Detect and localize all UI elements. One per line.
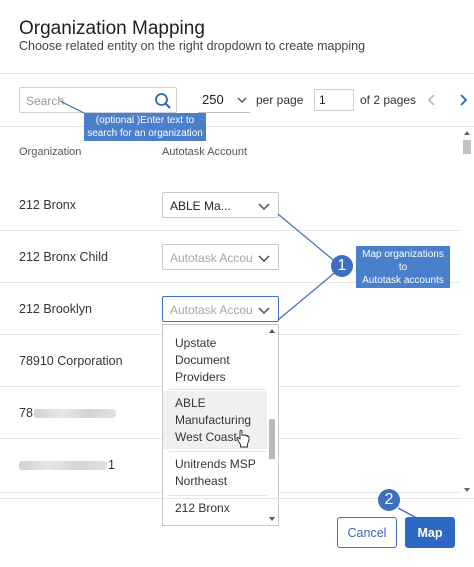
chevron-down-icon [237, 97, 247, 103]
option-line: Unitrends MSP [175, 457, 256, 471]
step-badge-1: 1 [331, 255, 353, 277]
autotask-account-select[interactable]: ABLE Ma... [162, 192, 279, 218]
dropdown-option[interactable]: Unitrends MSP Northeast [163, 456, 267, 490]
chevron-down-icon [258, 255, 270, 262]
account-placeholder: Autotask Account [170, 303, 252, 317]
option-line: Providers [175, 370, 226, 384]
callout-text: search for an organization [87, 128, 203, 139]
callout-text: to [398, 262, 408, 273]
chevron-down-icon [258, 307, 270, 314]
organization-name: 212 Bronx [19, 198, 76, 212]
option-divider [169, 389, 267, 390]
per-page-label: per page [256, 93, 304, 107]
search-field[interactable] [19, 87, 177, 113]
organization-name: 1 [108, 458, 115, 472]
option-line: Document [175, 353, 230, 367]
option-line: ABLE [175, 396, 206, 410]
chevron-down-icon [258, 203, 270, 210]
scroll-down-icon[interactable] [463, 486, 471, 494]
option-divider [169, 495, 267, 496]
dialog-subtitle: Choose related entity on the right dropd… [19, 39, 366, 53]
selected-account: ABLE Ma... [170, 199, 231, 213]
cancel-button[interactable]: Cancel [337, 517, 397, 548]
redacted-text [19, 461, 107, 470]
organization-mapping-dialog: Organization Mapping Choose related enti… [0, 0, 474, 567]
organization-name: 212 Brooklyn [19, 302, 92, 316]
autotask-account-select[interactable]: Autotask Account [162, 244, 279, 270]
footer-divider [0, 498, 474, 499]
organization-name: 78910 Corporation [19, 354, 123, 368]
map-button[interactable]: Map [405, 517, 455, 548]
autotask-account-select-open[interactable]: Autotask Account [162, 296, 279, 322]
cursor-hand-icon [236, 430, 250, 448]
scroll-down-icon[interactable] [268, 515, 276, 523]
option-line: West Coast [175, 430, 237, 444]
option-line: Northeast [175, 474, 228, 488]
scroll-up-icon[interactable] [463, 129, 471, 137]
dropdown-scroll-thumb[interactable] [269, 419, 275, 459]
scroll-up-icon[interactable] [268, 327, 276, 335]
dropdown-option-hovered[interactable]: ABLE Manufacturing West Coast [163, 391, 267, 449]
account-options-list[interactable]: Upstate Document Providers ABLE Manufact… [162, 324, 279, 526]
option-line: Manufacturing [175, 413, 252, 427]
grid-scrollbar[interactable] [461, 128, 473, 496]
step-badge-2: 2 [378, 489, 400, 511]
option-divider [169, 451, 267, 452]
page-size-select[interactable]: 250 [198, 88, 250, 112]
column-header-organization: Organization [19, 146, 82, 158]
page-number-input[interactable] [315, 90, 353, 110]
search-icon[interactable] [154, 92, 172, 110]
grid-top-divider [0, 126, 474, 127]
header-divider [0, 73, 474, 74]
column-header-autotask-account: Autotask Account [162, 146, 247, 158]
callout-text: Autotask accounts [362, 275, 444, 286]
page-number-field[interactable] [314, 89, 354, 111]
dialog-title: Organization Mapping [19, 18, 205, 39]
page-size-value: 250 [202, 92, 224, 107]
callout-text: Map organizations [362, 249, 444, 260]
chevron-right-icon[interactable] [455, 91, 471, 109]
organization-name: 212 Bronx Child [19, 250, 108, 264]
organization-name: 78 [19, 406, 33, 420]
option-line: 212 Bronx [175, 501, 230, 515]
chevron-left-icon[interactable] [424, 91, 440, 109]
page-count-label: of 2 pages [360, 93, 417, 107]
search-input[interactable] [26, 92, 146, 109]
dropdown-option[interactable]: 212 Bronx [163, 500, 267, 517]
option-line: Upstate [175, 336, 217, 350]
map-callout: Map organizations to Autotask accounts [356, 246, 450, 288]
search-callout: (optional )Enter text to search for an o… [84, 113, 206, 141]
dropdown-option[interactable]: Upstate Document Providers [163, 335, 267, 386]
grid-scroll-thumb[interactable] [463, 140, 471, 154]
callout-text: (optional )Enter text to [95, 115, 195, 126]
dropdown-scrollbar[interactable] [268, 327, 276, 523]
account-placeholder: Autotask Account [170, 251, 252, 265]
redacted-text [34, 409, 116, 418]
